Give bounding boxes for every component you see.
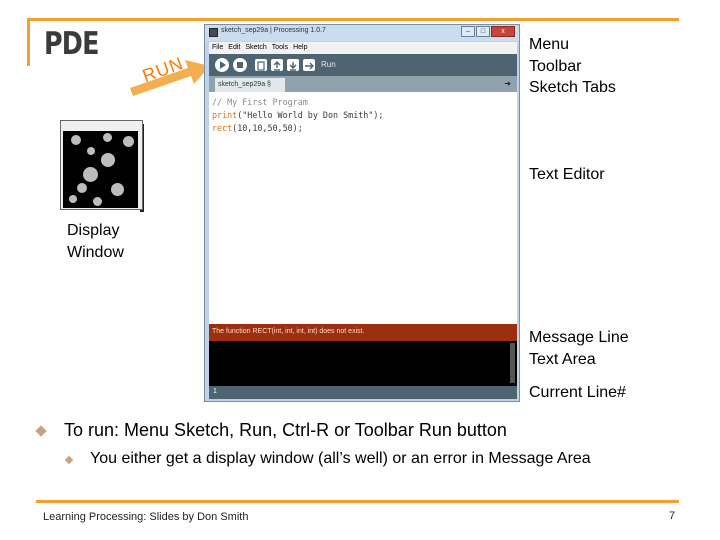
label-menu: Menu	[529, 36, 570, 53]
sketch-tab[interactable]: sketch_sep29a §	[215, 78, 285, 92]
slide-frame-bottom	[36, 500, 679, 503]
open-arrow-icon	[273, 61, 281, 71]
new-button[interactable]	[255, 59, 267, 71]
processing-app-icon	[209, 28, 218, 37]
label-current-line: Current Line#	[529, 384, 626, 401]
slide-frame-top	[27, 18, 679, 21]
current-line-number: 1	[213, 388, 217, 395]
menu-sketch[interactable]: Sketch	[245, 42, 266, 54]
label-message-line: Message Line	[529, 329, 629, 346]
circle-shape	[69, 195, 77, 203]
bullet-text-level-2: You either get a display window (all’s w…	[90, 450, 591, 467]
maximize-button[interactable]: □	[476, 26, 490, 37]
status-bar: 1	[209, 386, 517, 399]
display-canvas	[63, 131, 138, 208]
label-sketch-tabs: Sketch Tabs	[529, 79, 616, 96]
export-icon	[305, 62, 314, 70]
menu-bar: File Edit Sketch Tools Help	[209, 42, 517, 54]
code-line-2: print("Hello World by Don Smith");	[212, 110, 383, 120]
sub-bullet-icon	[64, 455, 74, 465]
menu-help[interactable]: Help	[293, 42, 307, 54]
circle-shape	[111, 183, 124, 196]
menu-edit[interactable]: Edit	[228, 42, 240, 54]
window-controls: – □ x	[461, 26, 515, 37]
run-button[interactable]	[215, 58, 229, 72]
console-text-area[interactable]	[209, 341, 517, 386]
slide-frame-left	[27, 18, 30, 66]
sketch-tabs-bar: sketch_sep29a § ➜	[209, 76, 517, 92]
label-toolbar: Toolbar	[529, 58, 582, 75]
bullet-icon	[35, 425, 47, 437]
circle-shape	[71, 135, 81, 145]
close-button[interactable]: x	[491, 26, 515, 37]
circle-shape	[93, 197, 102, 206]
circle-shape	[87, 147, 95, 155]
code-line-1: // My First Program	[212, 97, 308, 107]
tab-menu-arrow-icon[interactable]: ➜	[504, 79, 511, 88]
label-display-window-2: Window	[67, 244, 124, 261]
code-line-2-args: ("Hello World by Don Smith");	[237, 110, 384, 120]
circle-shape	[123, 136, 134, 147]
display-window[interactable]	[60, 120, 143, 210]
save-arrow-icon	[289, 62, 297, 71]
label-text-area: Text Area	[529, 351, 596, 368]
footer-text: Learning Processing: Slides by Don Smith	[43, 511, 249, 523]
menu-file[interactable]: File	[212, 42, 223, 54]
menu-tools[interactable]: Tools	[272, 42, 288, 54]
export-button[interactable]	[303, 59, 315, 71]
circle-shape	[103, 133, 112, 142]
play-icon	[220, 61, 226, 69]
toolbar: Run	[209, 54, 517, 76]
code-keyword-print: print	[212, 110, 238, 120]
code-line-3: rect(10,10,50,50);	[212, 123, 303, 133]
window-title: sketch_sep29a | Processing 1.0.7	[221, 27, 326, 34]
circle-shape	[101, 153, 115, 167]
stop-button[interactable]	[233, 58, 247, 72]
circle-shape	[77, 183, 87, 193]
code-line-3-args: (10,10,50,50);	[232, 123, 303, 133]
circle-shape	[83, 167, 98, 182]
minimize-button[interactable]: –	[461, 26, 475, 37]
code-keyword-rect: rect	[212, 123, 233, 133]
toolbar-hint-label: Run	[321, 60, 336, 69]
console-scrollbar[interactable]	[510, 343, 515, 383]
label-display-window-1: Display	[67, 222, 120, 239]
error-message: The function RECT(int, int, int, int) do…	[212, 328, 365, 335]
open-button[interactable]	[271, 59, 283, 71]
stop-icon	[237, 62, 243, 68]
slide-title: PDE	[44, 26, 99, 62]
message-line: The function RECT(int, int, int, int) do…	[209, 324, 517, 341]
bullet-text-level-1: To run: Menu Sketch, Run, Ctrl-R or Tool…	[64, 420, 507, 440]
new-file-icon	[257, 61, 265, 71]
page-number: 7	[669, 510, 676, 522]
text-editor[interactable]: // My First Program print("Hello World b…	[209, 92, 517, 324]
window-titlebar[interactable]: sketch_sep29a | Processing 1.0.7 – □ x	[205, 25, 519, 41]
save-button[interactable]	[287, 59, 299, 71]
processing-ide-window: sketch_sep29a | Processing 1.0.7 – □ x F…	[204, 24, 520, 402]
label-text-editor: Text Editor	[529, 166, 605, 183]
